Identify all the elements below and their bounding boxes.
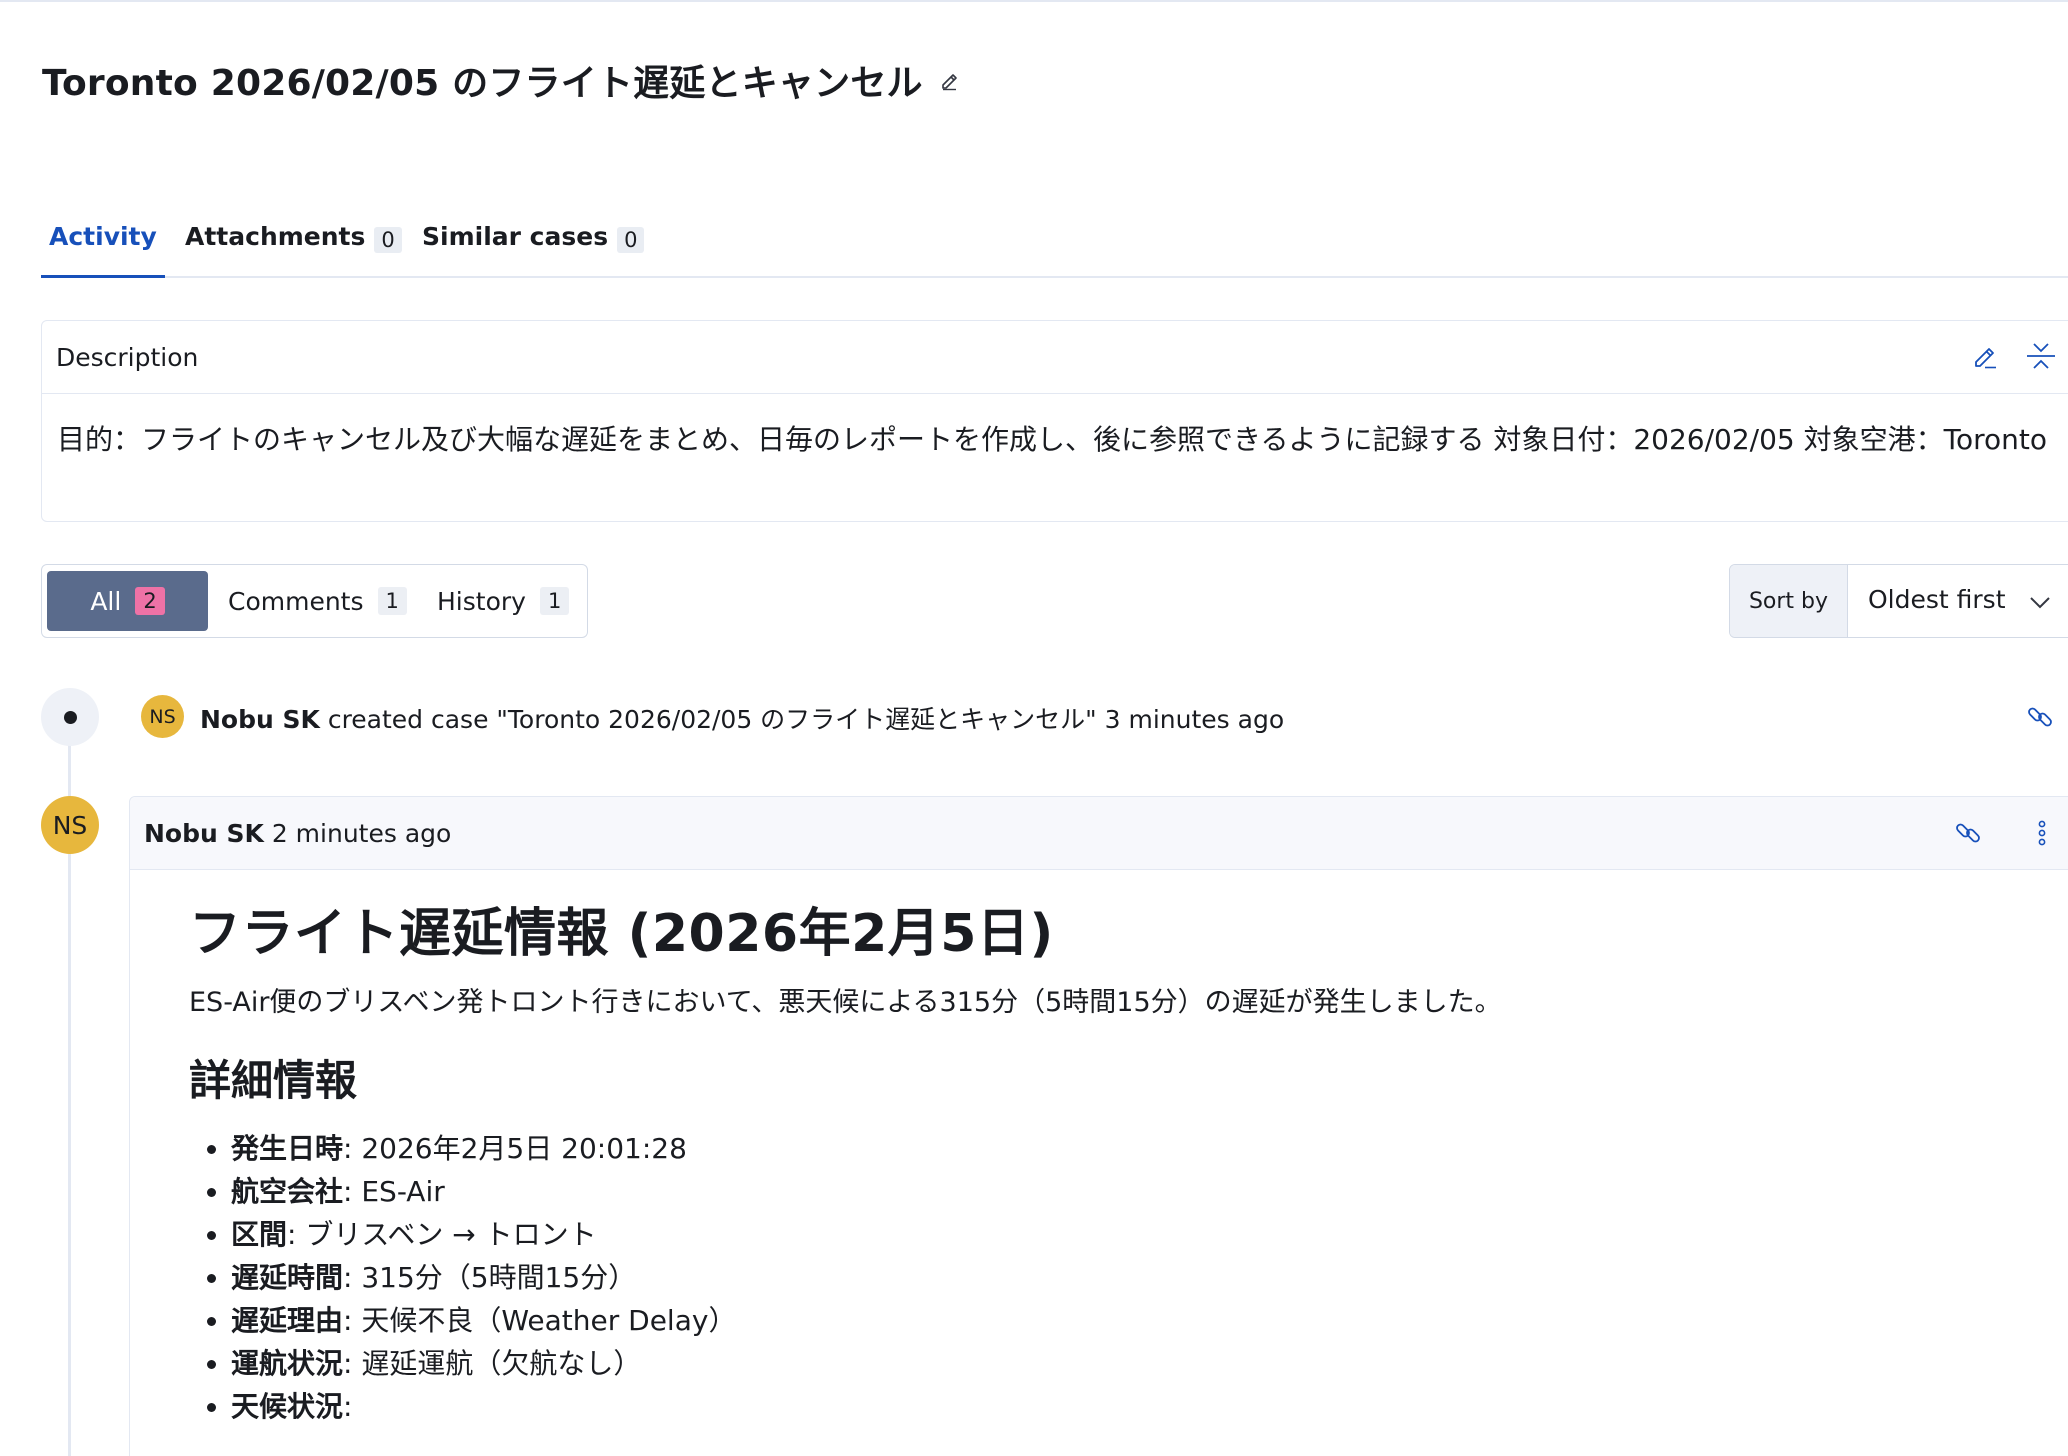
detail-value: : ブリスベン → トロント xyxy=(287,1218,597,1251)
page-title-text: Toronto 2026/02/05 のフライト遅延とキャンセル xyxy=(42,63,923,104)
avatar: NS xyxy=(41,796,99,854)
list-item: 天候状況: xyxy=(231,1385,2049,1428)
tab-label: Attachments xyxy=(185,222,366,251)
comment-panel: Nobu SK 2 minutes ago フライト遅延情報 (2026年2月5… xyxy=(129,796,2068,1456)
detail-value: : xyxy=(343,1390,353,1423)
detail-key: 区間 xyxy=(231,1218,288,1251)
comment-summary: ES-Air便のブリスベン発トロント行きにおいて、悪天候による315分（5時間1… xyxy=(189,987,1502,1018)
list-item: 遅延理由: 天候不良（Weather Delay） xyxy=(231,1299,2049,1342)
sort-select[interactable]: Sort by Oldest first xyxy=(1729,564,2068,638)
pencil-icon[interactable] xyxy=(1970,341,2000,371)
vertical-dots-icon[interactable] xyxy=(2027,818,2057,848)
detail-key: 遅延時間 xyxy=(231,1261,344,1294)
filter-count-badge: 1 xyxy=(539,587,570,615)
dot-icon xyxy=(64,711,77,724)
link-icon[interactable] xyxy=(1953,818,1983,848)
list-item: 発生日時: 2026年2月5日 20:01:28 xyxy=(231,1127,2049,1170)
top-border xyxy=(0,0,2068,2)
link-icon[interactable] xyxy=(2025,702,2055,732)
list-item: 運航状況: 遅延運航（欠航なし） xyxy=(231,1342,2049,1385)
event-text: Nobu SK created case "Toronto 2026/02/05… xyxy=(200,700,1284,736)
detail-key: 天候状況 xyxy=(231,1390,344,1423)
tab-similar-cases[interactable]: Similar cases 0 xyxy=(422,222,645,276)
filter-history-button[interactable]: History 1 xyxy=(437,571,570,631)
detail-key: 運航状況 xyxy=(231,1347,344,1380)
tab-label: Similar cases xyxy=(422,222,609,251)
filter-label: Comments xyxy=(228,586,364,616)
avatar: NS xyxy=(141,695,184,738)
detail-value: : 2026年2月5日 20:01:28 xyxy=(343,1132,687,1165)
detail-key: 発生日時 xyxy=(231,1132,344,1165)
detail-key: 遅延理由 xyxy=(231,1304,344,1337)
detail-key: 航空会社 xyxy=(231,1175,344,1208)
comment-header: Nobu SK 2 minutes ago xyxy=(130,797,2068,870)
comment-heading: フライト遅延情報 (2026年2月5日) xyxy=(189,904,1054,964)
detail-list: 発生日時: 2026年2月5日 20:01:28 航空会社: ES-Air 区間… xyxy=(189,1127,2049,1428)
case-page: Toronto 2026/02/05 のフライト遅延とキャンセル Activit… xyxy=(0,0,2068,1456)
filter-comments-button[interactable]: Comments 1 xyxy=(228,571,407,631)
collapse-icon[interactable] xyxy=(2024,339,2058,373)
filter-all-button[interactable]: All 2 xyxy=(47,571,208,631)
filter-count-badge: 2 xyxy=(135,587,165,615)
description-label: Description xyxy=(56,343,199,372)
comment-subheading: 詳細情報 xyxy=(189,1056,358,1105)
filter-label: All xyxy=(90,586,122,616)
tab-attachments[interactable]: Attachments 0 xyxy=(185,222,402,276)
tab-activity[interactable]: Activity xyxy=(41,222,165,278)
detail-value: : 遅延運航（欠航なし） xyxy=(343,1347,642,1380)
description-text: 目的：フライトのキャンセル及び大幅な遅延をまとめ、日毎のレポートを作成し、後に参… xyxy=(57,423,2047,456)
detail-value: : ES-Air xyxy=(343,1175,445,1208)
list-item: 航空会社: ES-Air xyxy=(231,1170,2049,1213)
comment-body: フライト遅延情報 (2026年2月5日) ES-Air便のブリスベン発トロント行… xyxy=(189,897,2049,1428)
sort-label: Sort by xyxy=(1730,565,1848,637)
comment-time: 2 minutes ago xyxy=(263,819,452,848)
filter-label: History xyxy=(437,586,526,616)
event-action: created case "Toronto 2026/02/05 のフライト遅延… xyxy=(319,705,1285,734)
list-item: 区間: ブリスベン → トロント xyxy=(231,1213,2049,1256)
tab-count-badge: 0 xyxy=(617,227,645,253)
sort-value: Oldest first xyxy=(1868,585,2006,614)
detail-value: : 天候不良（Weather Delay） xyxy=(343,1304,737,1337)
filter-count-badge: 1 xyxy=(377,587,407,615)
tab-count-badge: 0 xyxy=(374,227,402,253)
description-header: Description xyxy=(42,321,2068,394)
pencil-icon[interactable] xyxy=(939,69,961,91)
activity-filter-group: All 2 Comments 1 History 1 xyxy=(41,564,588,638)
description-panel: Description 目的：フライトのキャンセル及び大幅な遅延をまとめ、日毎の… xyxy=(41,320,2068,522)
event-user: Nobu SK xyxy=(200,705,320,734)
case-tabs: Activity Attachments 0 Similar cases 0 xyxy=(41,222,2068,278)
list-item: 遅延時間: 315分（5時間15分） xyxy=(231,1256,2049,1299)
detail-value: : 315分（5時間15分） xyxy=(343,1261,637,1294)
tab-label: Activity xyxy=(49,222,157,251)
page-title: Toronto 2026/02/05 のフライト遅延とキャンセル xyxy=(42,54,961,106)
chevron-down-icon xyxy=(2027,589,2053,615)
comment-author: Nobu SK 2 minutes ago xyxy=(144,819,451,848)
comment-user: Nobu SK xyxy=(144,819,264,848)
